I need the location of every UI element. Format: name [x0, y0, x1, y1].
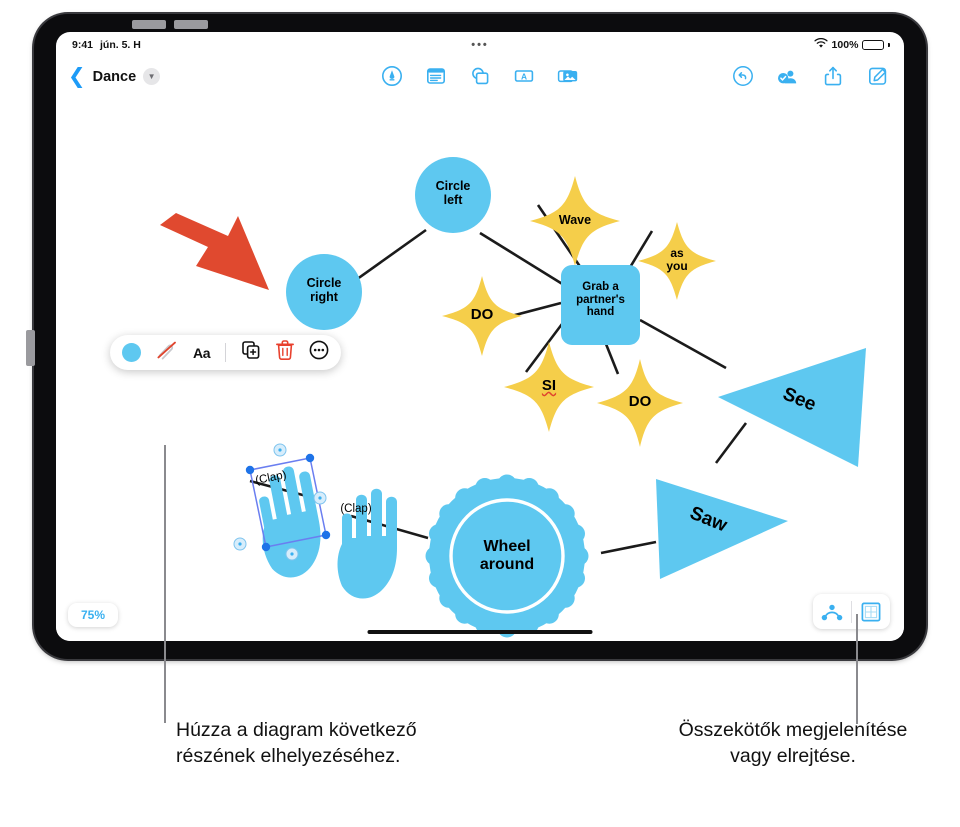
status-bar-left: 9:41 jún. 5. H — [72, 39, 141, 51]
canvas-tools-group — [813, 594, 890, 629]
multitasking-dots[interactable]: ••• — [471, 39, 489, 51]
trash-icon[interactable] — [276, 340, 295, 365]
document-title[interactable]: Dance — [93, 69, 137, 85]
leader-line-right — [856, 614, 858, 724]
status-date: jún. 5. H — [100, 39, 141, 51]
node-star-do-right[interactable] — [597, 359, 683, 447]
shape-format-toolbar[interactable]: Aa — [110, 335, 342, 370]
leader-line-left — [164, 445, 166, 723]
undo-icon[interactable] — [731, 64, 755, 88]
node-star-si[interactable] — [504, 342, 594, 432]
table-tool-icon[interactable] — [424, 64, 448, 88]
selection-handle-top-left[interactable] — [245, 465, 255, 475]
selection-handle-bottom-left[interactable] — [261, 542, 271, 552]
selection-handle-bottom-right[interactable] — [321, 530, 331, 540]
more-ellipsis-icon[interactable] — [309, 340, 329, 365]
callout-caption-left: Húzza a diagram következő részének elhel… — [176, 719, 417, 767]
diagram-canvas[interactable]: Circle left Circle right Wave as you Grab a… — [56, 98, 904, 641]
callout-caption-right: Összekötők megjelenítése vagy elrejtése. — [678, 719, 908, 767]
media-tool-icon[interactable] — [556, 64, 580, 88]
node-star-wave[interactable] — [530, 176, 620, 266]
nav-bar-left: ❮ Dance ▼ — [68, 66, 161, 87]
svg-text:A: A — [521, 71, 527, 81]
node-hand-clap-second[interactable] — [337, 488, 398, 599]
node-rect-grab-partner[interactable] — [561, 265, 640, 345]
node-triangle-see[interactable] — [718, 348, 866, 467]
nav-bar-right-tools — [731, 64, 890, 88]
battery-percent-label: 100% — [831, 39, 859, 51]
node-circle-right[interactable] — [286, 254, 362, 330]
node-triangle-saw[interactable] — [656, 479, 788, 579]
status-bar: 9:41 jún. 5. H ••• 100% — [56, 32, 904, 58]
home-indicator[interactable] — [367, 629, 593, 634]
status-bar-right: 100% — [813, 37, 890, 52]
fill-color-swatch[interactable] — [122, 343, 141, 362]
collaborate-icon[interactable] — [776, 64, 800, 88]
duplicate-icon[interactable] — [241, 340, 261, 365]
battery-icon — [862, 40, 885, 50]
chevron-left-icon[interactable]: ❮ — [68, 66, 86, 87]
red-pointer-arrow — [160, 213, 269, 290]
draw-tool-pen-circle-icon[interactable] — [380, 64, 404, 88]
nav-bar-center-tools: A — [380, 64, 580, 88]
connectors-icon[interactable] — [813, 594, 851, 629]
volume-button-down[interactable] — [174, 20, 208, 29]
wifi-icon — [813, 37, 828, 52]
status-time: 9:41 — [72, 39, 94, 51]
selection-handle-top-right[interactable] — [305, 453, 315, 463]
share-icon[interactable] — [821, 64, 845, 88]
chevron-down-icon[interactable]: ▼ — [143, 68, 161, 85]
shape-tool-shapes-icon[interactable] — [468, 64, 492, 88]
grid-icon[interactable] — [852, 594, 890, 629]
node-scalloped-circle-wheel-around[interactable] — [425, 474, 589, 638]
text-style-button[interactable]: Aa — [193, 345, 211, 361]
volume-button-up[interactable] — [132, 20, 166, 29]
node-star-do-left[interactable] — [442, 276, 522, 356]
navigation-bar: ❮ Dance ▼ A — [56, 58, 904, 98]
toolbar-divider — [225, 343, 227, 362]
compose-icon[interactable] — [866, 64, 890, 88]
zoom-level-button[interactable]: 75% — [68, 603, 119, 627]
text-tool-text-box-icon[interactable]: A — [512, 64, 536, 88]
power-button[interactable] — [26, 330, 35, 366]
node-circle-left[interactable] — [415, 157, 491, 233]
no-stroke-icon[interactable] — [156, 340, 178, 365]
tablet-screen: 9:41 jún. 5. H ••• 100% ❮ Dance ▼ A Circ… — [56, 32, 904, 641]
